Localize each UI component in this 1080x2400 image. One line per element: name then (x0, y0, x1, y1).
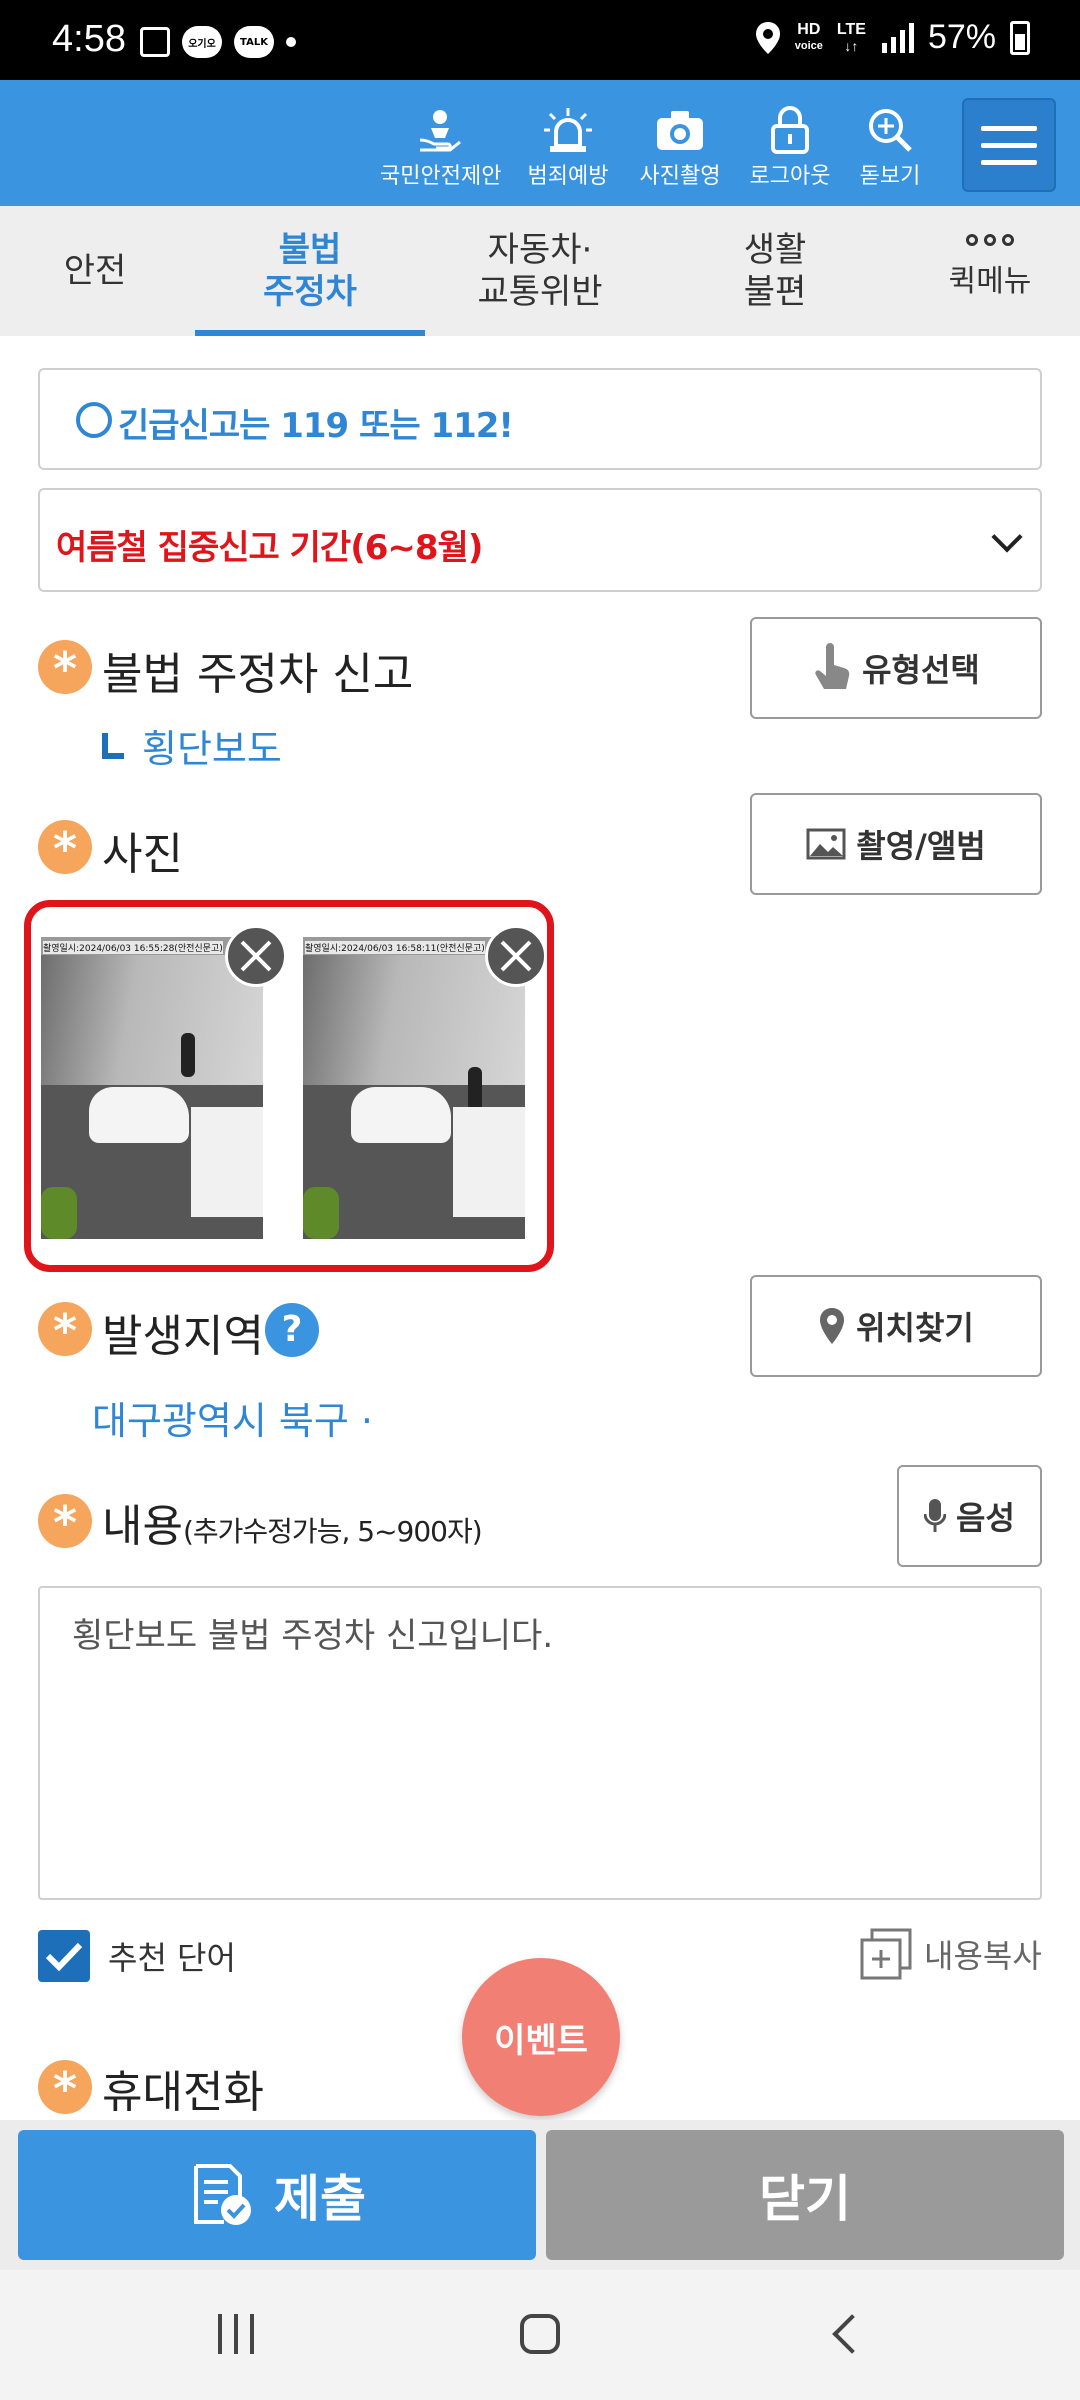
event-button[interactable]: 이벤트 (462, 1958, 620, 2116)
camera-album-button[interactable]: 촬영/앨범 (750, 793, 1042, 895)
address-text[interactable]: 대구광역시 북구 · (92, 1390, 373, 1445)
more-dots-icon (930, 234, 1050, 246)
close-icon (500, 940, 532, 972)
lte-icon: LTE ↓↑ (836, 20, 866, 54)
back-icon[interactable] (832, 2314, 872, 2354)
more-notifications-icon (286, 37, 296, 47)
toolbar-magnifier[interactable]: 돋보기 (830, 104, 950, 190)
report-title: 불법 주정차 신고 (102, 649, 414, 700)
system-nav-bar (0, 2270, 1080, 2400)
tab-illegal-parking[interactable]: 불법 주정차 (195, 206, 425, 336)
signal-icon (881, 22, 914, 53)
selected-type: 횡단보도 (102, 718, 282, 773)
home-icon[interactable] (520, 2314, 560, 2354)
tab-safety[interactable]: 안전 (30, 206, 160, 336)
remove-photo-button[interactable] (225, 925, 287, 987)
talk-notification-icon: TALK (234, 26, 274, 58)
toolbar-take-photo[interactable]: 사진촬영 (620, 104, 740, 190)
category-tabs: 안전 불법 주정차 자동차· 교통위반 생활 불편 퀵메뉴 (0, 206, 1080, 336)
toolbar-crime-prevention[interactable]: 범죄예방 (508, 104, 628, 190)
close-icon (240, 940, 272, 972)
hd-voice-icon: HD voice (794, 20, 823, 52)
voice-input-button[interactable]: 음성 (897, 1465, 1042, 1567)
photo-title: 사진 (102, 829, 183, 880)
camera-icon (620, 104, 740, 156)
submit-button[interactable]: 제출 (18, 2130, 536, 2260)
copy-icon (860, 1928, 912, 1980)
siren-icon (508, 104, 628, 156)
content-textarea[interactable]: 횡단보도 불법 주정차 신고입니다. (38, 1586, 1042, 1900)
type-select-button[interactable]: 유형선택 (750, 617, 1042, 719)
battery-icon (1010, 20, 1030, 55)
recent-apps-icon[interactable] (218, 2314, 254, 2354)
hand-person-icon (380, 104, 500, 156)
app-notification-icon: 오기오 (182, 26, 222, 58)
location-icon (755, 21, 780, 54)
circle-icon (76, 402, 112, 438)
toolbar-safety-proposal[interactable]: 국민안전제안 (380, 104, 501, 190)
required-asterisk-icon: * (38, 640, 92, 696)
status-bar: 4:58 오기오 TALK HD voice LTE ↓↑ 57% (0, 0, 1080, 80)
touch-hand-icon (815, 643, 850, 689)
gallery-notification-icon (140, 27, 170, 57)
required-asterisk-icon: * (38, 1494, 92, 1550)
tab-inconvenience[interactable]: 생활 불편 (690, 206, 860, 336)
hamburger-icon (981, 125, 1037, 131)
required-asterisk-icon: * (38, 1302, 92, 1358)
help-icon[interactable]: ? (265, 1303, 319, 1357)
zoom-icon (830, 104, 950, 156)
location-title: 발생지역 (102, 1311, 264, 1362)
top-toolbar: 국민안전제안 범죄예방 사진촬영 로그아웃 돋보기 (0, 80, 1080, 206)
photo-thumbnail[interactable]: 촬영일시:2024/06/03 16:58:11(안전신문고) (303, 937, 525, 1239)
document-check-icon (194, 2164, 251, 2225)
close-button[interactable]: 닫기 (546, 2130, 1064, 2260)
notification-icons: 오기오 TALK (140, 26, 296, 58)
tab-traffic-violation[interactable]: 자동차· 교통위반 (440, 206, 640, 336)
status-time: 4:58 (52, 18, 126, 60)
copy-content-button[interactable]: 내용복사 (860, 1928, 1042, 1980)
check-icon (38, 1930, 90, 1982)
required-asterisk-icon: * (38, 820, 92, 876)
system-indicators: HD voice LTE ↓↑ 57% (755, 18, 1030, 57)
find-location-button[interactable]: 위치찾기 (750, 1275, 1042, 1377)
battery-percent: 57% (927, 18, 996, 56)
image-icon (806, 828, 846, 860)
bottom-action-bar: 제출 닫기 (0, 2120, 1080, 2270)
emergency-notice: 긴급신고는 119 또는 112! (38, 368, 1042, 470)
photo-thumbnail[interactable]: 촬영일시:2024/06/03 16:55:28(안전신문고) (41, 937, 263, 1239)
chevron-down-icon (991, 521, 1023, 553)
phone-title: 휴대전화 (102, 2067, 264, 2118)
hamburger-menu-button[interactable] (962, 98, 1056, 192)
photo-gallery: 촬영일시:2024/06/03 16:55:28(안전신문고) 촬영일시:202… (24, 900, 554, 1272)
active-tab-indicator (195, 330, 425, 336)
sub-item-icon (102, 732, 124, 759)
map-pin-icon (820, 1308, 845, 1344)
content-title: 내용(추가수정가능, 5~900자) (102, 1501, 483, 1552)
remove-photo-button[interactable] (485, 925, 547, 987)
required-asterisk-icon: * (38, 2060, 92, 2116)
recommend-word-checkbox[interactable]: 추천 단어 (38, 1930, 236, 1982)
microphone-icon (924, 1499, 947, 1532)
summer-campaign-dropdown[interactable]: 여름철 집중신고 기간(6~8월) (38, 488, 1042, 592)
tab-quick-menu[interactable]: 퀵메뉴 (930, 234, 1050, 300)
